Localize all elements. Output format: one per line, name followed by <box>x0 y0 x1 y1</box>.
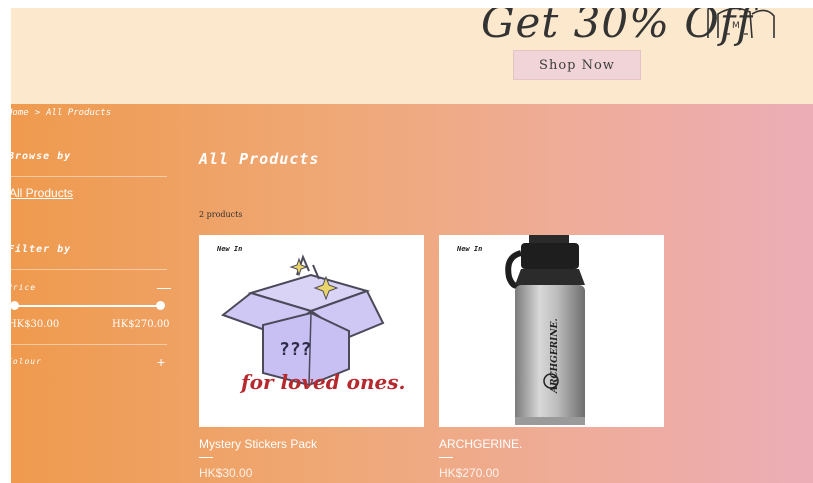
mystery-box-icon: ??? for loved ones. <box>220 254 406 394</box>
promo-banner: Get 30% Off M Shop Now <box>11 8 813 104</box>
bottle-brand-text: ARCHGERINE. <box>550 318 560 394</box>
breadcrumb: Home > All Products <box>11 108 111 118</box>
shop-now-button[interactable]: Shop Now <box>513 50 641 80</box>
product-divider <box>199 457 213 458</box>
box-caption: for loved ones. <box>239 370 406 394</box>
filter-by-title: Filter by <box>11 244 72 255</box>
catalog-area: Home > All Products Browse by All Produc… <box>11 104 813 483</box>
breadcrumb-current: All Products <box>46 108 112 118</box>
product-count: 2 products <box>199 210 243 219</box>
water-bottle-icon: ARCHGERINE. <box>505 235 585 425</box>
product-card[interactable]: New In ??? for loved ones. Mystery Stick… <box>199 235 424 480</box>
colour-filter-label[interactable]: Colour <box>11 357 42 366</box>
price-filter-label[interactable]: Price <box>11 283 36 292</box>
price-max-label: HK$270.00 <box>112 319 170 330</box>
sidebar-divider <box>11 269 167 270</box>
product-name[interactable]: ARCHGERINE. <box>439 437 664 451</box>
product-image[interactable]: New In ARCHGERINE. <box>439 235 664 427</box>
box-question-marks: ??? <box>279 339 312 360</box>
product-name[interactable]: Mystery Stickers Pack <box>199 437 424 451</box>
sidebar-divider <box>11 176 167 177</box>
product-image[interactable]: New In ??? for loved ones. <box>199 235 424 427</box>
breadcrumb-home-link[interactable]: Home <box>11 108 29 118</box>
all-products-link[interactable]: All Products <box>11 186 73 200</box>
product-divider <box>439 457 453 458</box>
colour-expand-toggle[interactable]: + <box>157 355 165 369</box>
left-edge <box>0 0 11 483</box>
product-card[interactable]: New In ARCHGERINE. ARCHGERINE. HK$270.00 <box>439 235 664 480</box>
product-price: HK$270.00 <box>439 466 500 480</box>
price-collapse-toggle[interactable]: — <box>157 280 171 294</box>
price-min-label: HK$30.00 <box>11 319 60 330</box>
sidebar-divider <box>11 344 167 345</box>
top-edge <box>0 0 813 8</box>
page-title: All Products <box>199 150 320 168</box>
browse-by-title: Browse by <box>11 151 72 162</box>
banner-doodle-icon: M <box>707 8 775 39</box>
breadcrumb-separator: > <box>34 108 41 118</box>
svg-text:M: M <box>732 21 740 31</box>
price-slider-min-handle[interactable] <box>11 301 19 310</box>
product-price: HK$30.00 <box>199 466 253 480</box>
price-slider-track[interactable] <box>14 305 161 307</box>
price-slider-max-handle[interactable] <box>156 301 165 310</box>
